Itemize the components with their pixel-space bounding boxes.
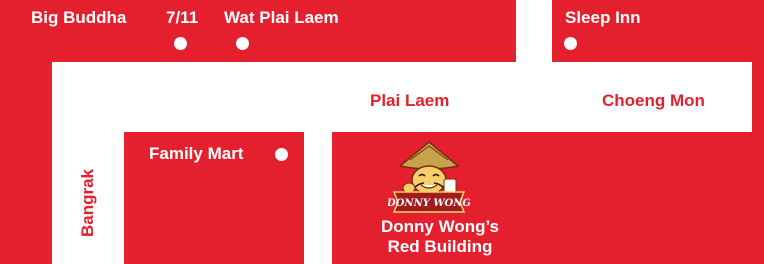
donny-wong-mascot-icon: DONNY WONG: [388, 141, 470, 213]
logo-text: DONNY WONG: [388, 198, 470, 209]
sleep-inn-label: Sleep Inn: [565, 8, 641, 27]
destination-line-2: Red Building: [387, 237, 493, 256]
big-buddha-label: Big Buddha: [31, 8, 127, 27]
family-mart-marker-icon: [275, 148, 288, 161]
wat-plai-laem-label: Wat Plai Laem: [224, 8, 339, 27]
plai-laem-road-label: Plai Laem: [370, 91, 450, 110]
upper-left-strip: [0, 62, 52, 264]
choeng-mon-road-label: Choeng Mon: [602, 91, 705, 110]
right-edge-strip: [752, 62, 764, 264]
destination-name: Donny Wong’s Red Building: [350, 217, 530, 257]
sleep-inn-marker-icon: [564, 37, 577, 50]
bangrak-road-label: Bangrak: [78, 168, 97, 238]
seven-eleven-label: 7/11: [166, 8, 199, 27]
family-mart-label: Family Mart: [149, 144, 244, 163]
destination-line-1: Donny Wong’s: [380, 217, 500, 236]
wat-plai-laem-marker-icon: [236, 37, 249, 50]
location-map: Big Buddha 7/11 Wat Plai Laem Sleep Inn …: [0, 0, 764, 264]
seven-eleven-marker-icon: [174, 37, 187, 50]
